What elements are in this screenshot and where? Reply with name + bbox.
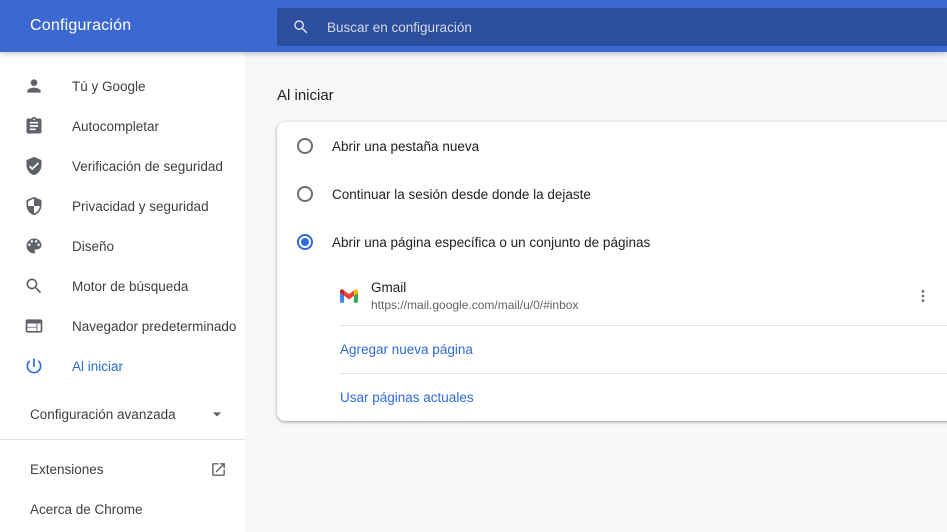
settings-search-input[interactable]: Buscar en configuración (277, 8, 947, 46)
radio-icon[interactable] (297, 186, 313, 202)
gmail-icon (340, 288, 358, 303)
shield-check-icon (24, 156, 44, 176)
add-new-page-link[interactable]: Agregar nueva página (277, 326, 947, 373)
sidebar-item-appearance[interactable]: Diseño (0, 226, 245, 266)
sidebar-item-extensions[interactable]: Extensiones (0, 449, 245, 489)
browser-window-icon (24, 316, 44, 336)
sidebar-item-you-and-google[interactable]: Tú y Google (0, 66, 245, 106)
sidebar-item-on-startup[interactable]: Al iniciar (0, 346, 245, 386)
search-icon (294, 20, 308, 34)
startup-page-more-button[interactable] (907, 280, 939, 312)
sidebar-item-label: Diseño (72, 238, 115, 254)
radio-option-open-new-tab[interactable]: Abrir una pestaña nueva (277, 122, 947, 170)
use-current-pages-link[interactable]: Usar páginas actuales (277, 374, 947, 421)
use-current-pages-label: Usar páginas actuales (340, 390, 474, 405)
sidebar-item-safety-check[interactable]: Verificación de seguridad (0, 146, 245, 186)
open-in-new-icon (212, 462, 225, 476)
section-title: Al iniciar (277, 87, 334, 104)
search-placeholder: Buscar en configuración (327, 19, 472, 35)
radio-option-label: Abrir una pestaña nueva (332, 138, 480, 154)
sidebar-item-label: Tú y Google (72, 78, 146, 94)
sidebar-item-label: Navegador predeterminado (72, 318, 237, 334)
sidebar-item-label: Motor de búsqueda (72, 278, 189, 294)
radio-option-continue-session[interactable]: Continuar la sesión desde donde la dejas… (277, 170, 947, 218)
sidebar-item-default-browser[interactable]: Navegador predeterminado (0, 306, 245, 346)
sidebar-item-search-engine[interactable]: Motor de búsqueda (0, 266, 245, 306)
magnifier-icon (24, 276, 44, 296)
person-icon (24, 76, 44, 96)
startup-page-name: Gmail (371, 279, 407, 295)
page-title: Configuración (30, 17, 132, 34)
add-new-page-label: Agregar nueva página (340, 342, 473, 357)
sidebar-item-about-chrome[interactable]: Acerca de Chrome (0, 489, 245, 529)
chrome-settings-window: Configuración Buscar en configuración Tú… (0, 0, 947, 532)
radio-icon[interactable] (297, 138, 313, 154)
sidebar: Tú y Google Autocompletar Verificación d… (0, 52, 245, 532)
palette-icon (24, 236, 44, 256)
main-content: Al iniciar Abrir una pestaña nueva Conti… (245, 52, 947, 532)
chevron-down-icon (212, 412, 222, 417)
startup-page-row: Gmail https://mail.google.com/mail/u/0/#… (277, 266, 947, 325)
kebab-menu-icon (921, 289, 925, 302)
radio-option-label: Abrir una página específica o un conjunt… (332, 234, 651, 250)
shield-half-icon (24, 196, 44, 216)
sidebar-item-privacy-security[interactable]: Privacidad y seguridad (0, 186, 245, 226)
sidebar-item-label: Acerca de Chrome (30, 501, 143, 517)
startup-page-url: https://mail.google.com/mail/u/0/#inbox (371, 297, 579, 312)
sidebar-item-autofill[interactable]: Autocompletar (0, 106, 245, 146)
on-startup-card: Abrir una pestaña nueva Continuar la ses… (277, 122, 947, 421)
sidebar-advanced-toggle[interactable]: Configuración avanzada (0, 394, 245, 434)
clipboard-icon (24, 116, 44, 136)
radio-icon-selected[interactable] (297, 234, 313, 250)
sidebar-divider (0, 439, 245, 440)
sidebar-item-label: Verificación de seguridad (72, 158, 223, 174)
sidebar-advanced-label: Configuración avanzada (30, 406, 176, 422)
radio-option-open-specific-pages[interactable]: Abrir una página específica o un conjunt… (277, 218, 947, 266)
header: Configuración Buscar en configuración (0, 0, 947, 52)
sidebar-item-label: Autocompletar (72, 118, 160, 134)
power-icon (24, 356, 44, 376)
sidebar-item-label: Extensiones (30, 461, 104, 477)
sidebar-item-label: Al iniciar (72, 358, 124, 374)
radio-option-label: Continuar la sesión desde donde la dejas… (332, 186, 591, 202)
sidebar-item-label: Privacidad y seguridad (72, 198, 209, 214)
